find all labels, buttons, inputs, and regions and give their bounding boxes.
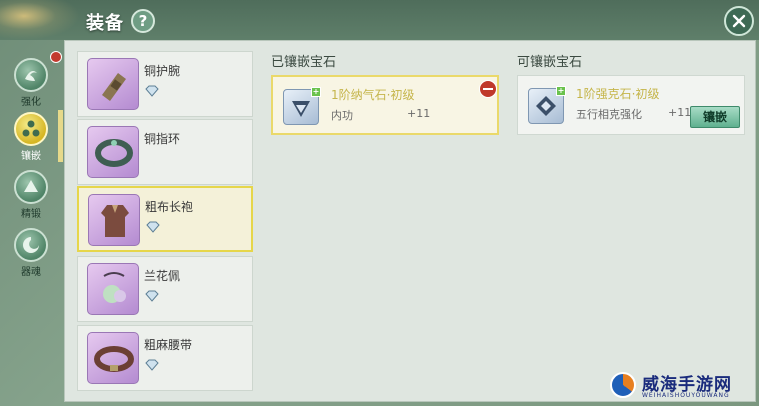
equipment-list: 铜护腕 铜指环 粗布长袍 兰花佩 粗麻腰带 [77,51,255,401]
watermark-logo-icon [610,372,636,398]
header-bar: 装备 ? [0,0,759,40]
pendant-icon [87,263,139,315]
gem-value: +11 [407,107,431,120]
inlaid-gem-card[interactable]: + 1阶纳气石·初级 内功 +11 [271,75,499,135]
gem-slot-icon [145,290,159,302]
remove-gem-button[interactable] [479,80,497,98]
equipment-item[interactable]: 粗布长袍 [77,186,253,252]
gem-value: +11 [668,106,692,119]
equipment-name: 铜护腕 [144,64,181,78]
strengthen-icon [14,58,48,92]
equipment-item[interactable]: 粗麻腰带 [77,325,253,391]
notification-dot [50,51,62,63]
gem-slot-icon [145,85,159,97]
tab-inlay[interactable]: 镶嵌 [8,112,54,164]
gem-name: 1阶纳气石·初级 [331,88,415,102]
gem-slot-icon [145,359,159,371]
tab-strengthen[interactable]: 强化 [8,58,54,110]
gem-name: 1阶强克石·初级 [576,87,660,101]
equipment-panel: 铜护腕 铜指环 粗布长袍 兰花佩 粗麻腰带 已镶嵌宝石 + 1阶纳气石·初级 内… [64,40,756,402]
watermark-subtext: WEIHAISHOUYOUWANG [642,392,730,399]
tab-label: 强化 [21,97,41,108]
equipment-name: 粗麻腰带 [144,338,193,352]
equipment-item[interactable]: 铜指环 [77,119,253,185]
gem-slot-icon [146,221,160,233]
tab-label: 精锻 [21,209,41,220]
inlay-button[interactable]: 镶嵌 [690,106,740,128]
gem-stat: 五行相克强化 [576,108,642,121]
bracer-icon [87,58,139,110]
upgrade-badge: + [556,86,566,96]
equipment-name: 铜指环 [144,132,181,146]
soul-icon [14,228,48,262]
forge-icon [14,170,48,204]
tab-label: 器魂 [21,267,41,278]
ring-icon [87,126,139,178]
equipment-name: 兰花佩 [144,269,181,283]
inlay-icon [14,112,48,146]
available-gems-title: 可镶嵌宝石 [517,55,583,70]
watermark: 威海手游网 WEIHAISHOUYOUWANG [610,370,755,402]
help-button[interactable]: ? [131,9,155,33]
gem-stat: 内功 [331,109,353,122]
belt-icon [87,332,139,384]
tab-label: 镶嵌 [21,151,41,162]
equipment-item[interactable]: 兰花佩 [77,256,253,322]
active-tab-marker [58,110,63,162]
equipment-name: 粗布长袍 [145,200,194,214]
upgrade-badge: + [311,87,321,97]
close-button[interactable] [724,6,754,36]
tab-soul[interactable]: 器魂 [8,228,54,280]
robe-icon [88,194,140,246]
inlaid-gems-title: 已镶嵌宝石 [271,55,337,70]
equipment-item[interactable]: 铜护腕 [77,51,253,117]
close-icon [732,14,746,28]
header-ornament [0,0,80,40]
available-gem-card[interactable]: + 1阶强克石·初级 五行相克强化 +11 镶嵌 [517,75,745,135]
page-title: 装备 [86,13,124,34]
tab-forge[interactable]: 精锻 [8,170,54,222]
side-tabs: 强化 镶嵌 精锻 器魂 [0,40,62,406]
